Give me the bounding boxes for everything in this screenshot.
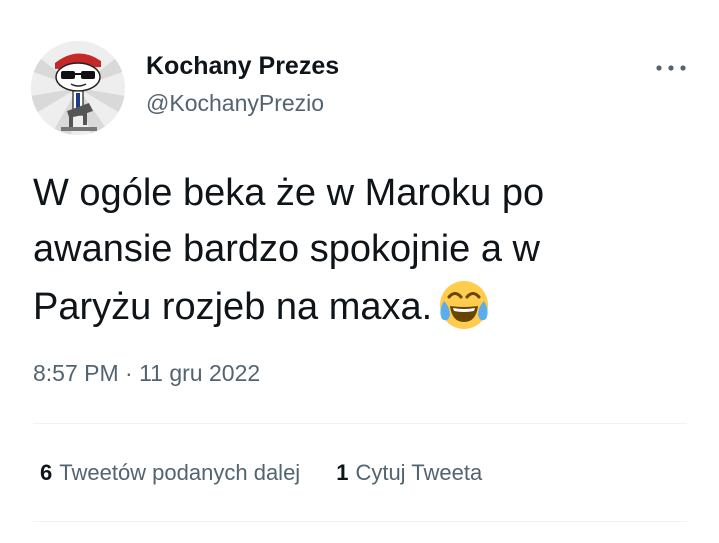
author-display-name[interactable]: Kochany Prezes [146,52,339,81]
author-handle[interactable]: @KochanyPrezio [146,90,324,117]
quotes-label: Cytuj Tweeta [355,460,483,485]
tweet-text-line-last: Paryżu rozjeb na maxa. [33,277,673,335]
quotes-stat[interactable]: 1 Cytuj Tweeta [336,460,482,486]
retweets-label: Tweetów podanych dalej [59,460,301,485]
tweet-stats: 6 Tweetów podanych dalej 1 Cytuj Tweeta [40,460,482,486]
retweets-count: 6 [40,460,53,485]
quotes-count: 1 [336,460,349,485]
face-with-tears-of-joy-icon [436,277,492,333]
tweet-text-line: W ogóle beka że w Maroku po [33,172,545,214]
avatar[interactable] [31,41,125,135]
divider [33,423,687,424]
tweet-text: W ogóle beka że w Maroku po awansie bard… [33,165,673,335]
tweet-timestamp[interactable]: 8:57 PM · 11 gru 2022 [33,360,260,387]
retweets-stat[interactable]: 6 Tweetów podanych dalej [40,460,300,486]
divider [33,521,687,522]
tweet-text-line: awansie bardzo spokojnie a w [33,228,540,270]
more-horizontal-icon[interactable] [651,58,691,78]
tweet-text-line: Paryżu rozjeb na maxa. [33,286,433,328]
